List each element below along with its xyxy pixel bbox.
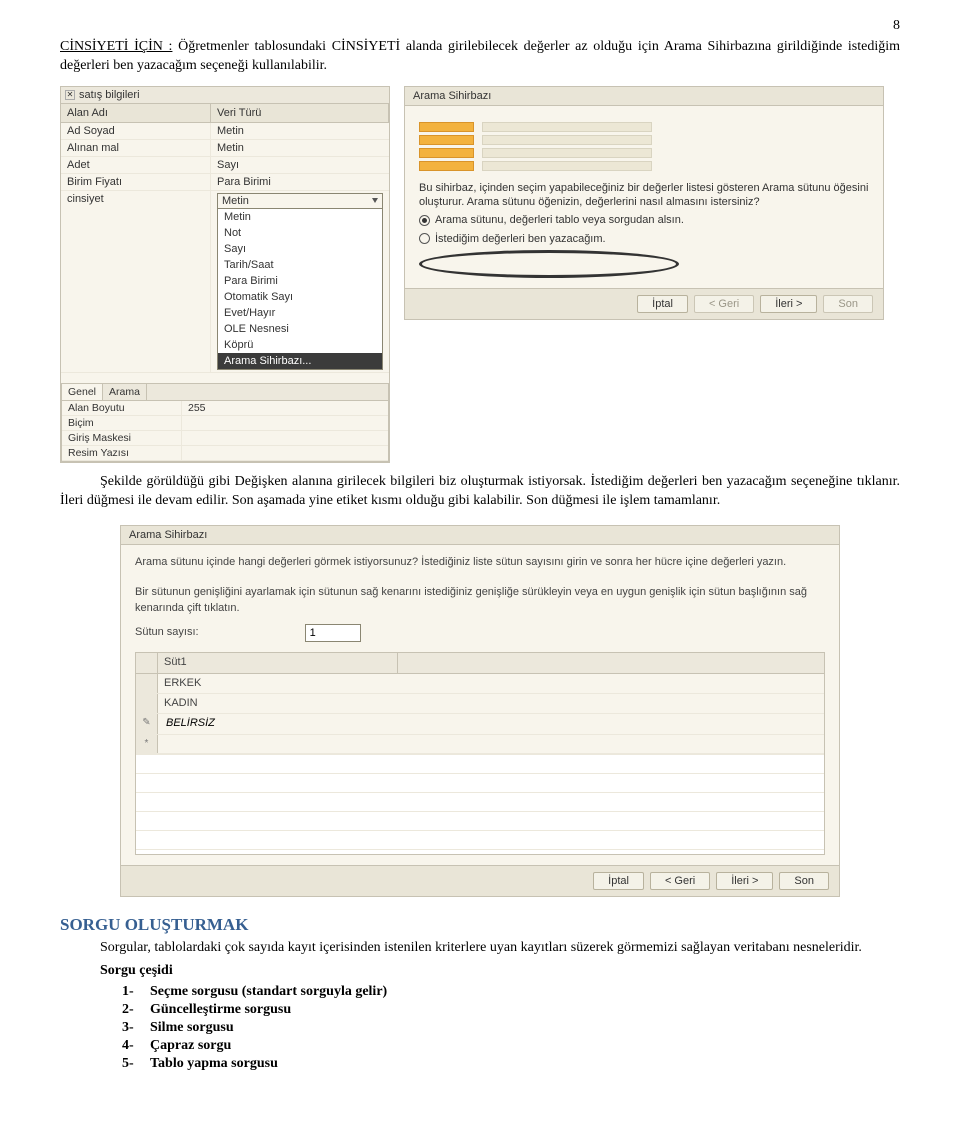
- value-cell-editing[interactable]: [164, 716, 392, 730]
- radio-dot-icon: [419, 215, 430, 226]
- value-cell[interactable]: [158, 735, 398, 753]
- column-count-input[interactable]: [305, 624, 361, 642]
- dd-item[interactable]: Sayı: [218, 241, 382, 257]
- field-type[interactable]: Metin: [211, 140, 389, 156]
- prop-value[interactable]: [182, 446, 388, 460]
- wizard-title: Arama Sihirbazı: [405, 87, 883, 106]
- dd-item[interactable]: Tarih/Saat: [218, 257, 382, 273]
- type-dropdown[interactable]: Metin: [217, 193, 383, 209]
- list-item: Çapraz sorgu: [122, 1038, 900, 1054]
- prop-label: Biçim: [62, 416, 182, 430]
- type-dropdown-list[interactable]: Metin Not Sayı Tarih/Saat Para Birimi Ot…: [217, 208, 383, 370]
- tab-general[interactable]: Genel: [62, 384, 103, 400]
- empty-rows: [136, 754, 824, 854]
- type-selected: Metin: [222, 195, 249, 207]
- prop-label: Resim Yazısı: [62, 446, 182, 460]
- radio-label: Arama sütunu, değerleri tablo veya sorgu…: [435, 213, 684, 227]
- wizard-text: Bu sihirbaz, içinden seçim yapabileceğin…: [419, 181, 869, 210]
- field-name[interactable]: Alınan mal: [61, 140, 211, 156]
- prop-value[interactable]: 255: [182, 401, 388, 415]
- close-icon[interactable]: ✕: [65, 90, 75, 100]
- values-table: Süt1 ERKEK KADIN ✎ *: [135, 652, 825, 855]
- col-header-field: Alan Adı: [61, 104, 211, 122]
- next-button[interactable]: İleri >: [716, 872, 773, 890]
- field-name[interactable]: Ad Soyad: [61, 123, 211, 139]
- field-name[interactable]: Birim Fiyatı: [61, 174, 211, 190]
- value-cell[interactable]: KADIN: [158, 694, 398, 713]
- values-column-header[interactable]: Süt1: [158, 653, 398, 672]
- radio-dot-icon: [419, 233, 430, 244]
- finish-button[interactable]: Son: [779, 872, 829, 890]
- dd-item[interactable]: Evet/Hayır: [218, 305, 382, 321]
- prop-label: Giriş Maskesi: [62, 431, 182, 445]
- intro-paragraph: CİNSİYETİ İÇİN : Öğretmenler tablosundak…: [60, 38, 900, 76]
- wizard-instruction-2: Bir sütunun genişliğini ayarlamak için s…: [135, 585, 825, 616]
- cancel-button[interactable]: İptal: [593, 872, 644, 890]
- radio-from-table[interactable]: Arama sütunu, değerleri tablo veya sorgu…: [419, 213, 869, 227]
- finish-button: Son: [823, 295, 873, 313]
- lookup-wizard-step1: Arama Sihirbazı Bu sihirbaz, içinden seç…: [404, 86, 884, 320]
- dd-item[interactable]: OLE Nesnesi: [218, 321, 382, 337]
- field-type[interactable]: Metin: [211, 123, 389, 139]
- annotation-ellipse: [419, 250, 679, 278]
- col-header-type: Veri Türü: [211, 104, 389, 122]
- cancel-button[interactable]: İptal: [637, 295, 688, 313]
- radio-label: İstediğim değerleri ben yazacağım.: [435, 232, 606, 246]
- list-item: Güncelleştirme sorgusu: [122, 1002, 900, 1018]
- value-cell[interactable]: ERKEK: [158, 674, 398, 693]
- dd-item[interactable]: Para Birimi: [218, 273, 382, 289]
- wizard-title: Arama Sihirbazı: [121, 526, 839, 545]
- prop-label: Alan Boyutu: [62, 401, 182, 415]
- wizard-instruction-1: Arama sütunu içinde hangi değerleri görm…: [135, 555, 825, 570]
- tab-lookup[interactable]: Arama: [103, 384, 147, 400]
- back-button: < Geri: [694, 295, 754, 313]
- next-button[interactable]: İleri >: [760, 295, 817, 313]
- list-item: Seçme sorgusu (standart sorguyla gelir): [122, 984, 900, 1000]
- dd-item[interactable]: Not: [218, 225, 382, 241]
- list-item: Silme sorgusu: [122, 1020, 900, 1036]
- wizard-illustration: [419, 122, 869, 171]
- mid-paragraph: Şekilde görüldüğü gibi Değişken alanına …: [60, 473, 900, 511]
- subheading: Sorgu çeşidi: [100, 963, 173, 978]
- pencil-icon: ✎: [136, 714, 158, 733]
- column-count-label: Sütun sayısı:: [135, 625, 199, 640]
- page-number: 8: [893, 18, 900, 33]
- dd-item[interactable]: Otomatik Sayı: [218, 289, 382, 305]
- tab-label[interactable]: satış bilgileri: [79, 89, 140, 101]
- chevron-down-icon: [372, 198, 378, 203]
- list-item: Tablo yapma sorgusu: [122, 1056, 900, 1072]
- back-button[interactable]: < Geri: [650, 872, 710, 890]
- radio-type-values[interactable]: İstediğim değerleri ben yazacağım.: [419, 232, 869, 246]
- field-type[interactable]: Para Birimi: [211, 174, 389, 190]
- prop-value[interactable]: [182, 431, 388, 445]
- field-name[interactable]: Adet: [61, 157, 211, 173]
- intro-prefix: CİNSİYETİ İÇİN :: [60, 39, 172, 54]
- dd-item[interactable]: Köprü: [218, 337, 382, 353]
- dd-item-selected[interactable]: Arama Sihirbazı...: [218, 353, 382, 369]
- query-type-list: Seçme sorgusu (standart sorguyla gelir) …: [60, 984, 900, 1072]
- dd-item[interactable]: Metin: [218, 209, 382, 225]
- new-row-star: *: [136, 735, 158, 753]
- active-field-name[interactable]: cinsiyet: [61, 191, 211, 372]
- lookup-wizard-step2: Arama Sihirbazı Arama sütunu içinde hang…: [120, 525, 840, 897]
- intro-text: Öğretmenler tablosundaki CİNSİYETİ aland…: [60, 39, 900, 73]
- field-type[interactable]: Sayı: [211, 157, 389, 173]
- prop-value[interactable]: [182, 416, 388, 430]
- section-heading: SORGU OLUŞTURMAK: [60, 915, 900, 935]
- section-paragraph: Sorgular, tablolardaki çok sayıda kayıt …: [60, 939, 900, 958]
- field-grid-panel: ✕ satış bilgileri Alan Adı Veri Türü Ad S…: [60, 86, 390, 463]
